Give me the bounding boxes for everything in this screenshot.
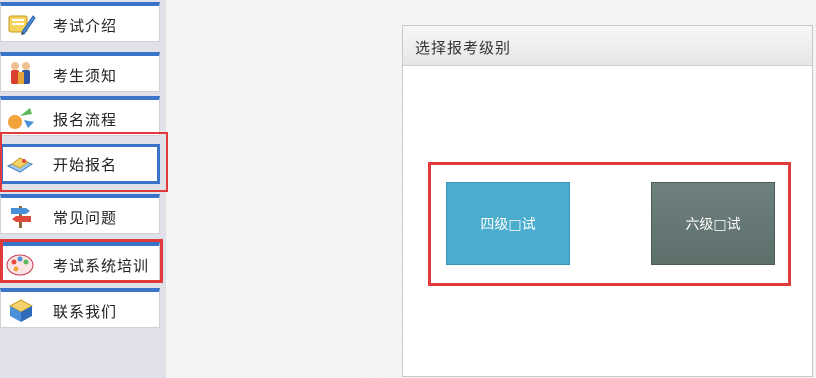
open-book-icon <box>6 150 36 178</box>
people-icon <box>6 60 36 88</box>
sidebar-item-label: 考生须知 <box>53 67 118 85</box>
panel-header: 选择报考级别 <box>403 26 812 66</box>
contact-cube-icon <box>6 296 36 324</box>
sidebar-item-label: 考试系统培训 <box>53 257 150 275</box>
sidebar-item-label: 联系我们 <box>53 303 118 321</box>
sidebar-item-exam-system-training[interactable]: 考试系统培训 <box>0 242 160 282</box>
level-button-group: 四级□试 六级□试 <box>428 162 791 286</box>
sidebar-item-start-registration[interactable]: 开始报名 <box>0 144 160 184</box>
palette-icon <box>6 250 36 278</box>
sidebar-item-label: 考试介绍 <box>53 17 118 35</box>
sidebar-item-label: 报名流程 <box>53 111 118 129</box>
level-select-panel: 选择报考级别 四级□试 六级□试 <box>402 25 813 377</box>
sidebar-item-registration-flow[interactable]: 报名流程 <box>0 96 160 136</box>
pencil-paper-icon <box>6 10 36 38</box>
signpost-icon <box>6 202 36 230</box>
sidebar: 考试介绍 考生须知 报名流程 开始报名 常见问题 考试系统培训 联系我们 <box>0 0 168 378</box>
flow-arrows-icon <box>6 104 36 132</box>
sidebar-item-contact-us[interactable]: 联系我们 <box>0 288 160 328</box>
sidebar-item-exam-intro[interactable]: 考试介绍 <box>0 2 160 42</box>
cet4-exam-button[interactable]: 四级□试 <box>446 182 570 265</box>
cet6-exam-button[interactable]: 六级□试 <box>651 182 775 265</box>
sidebar-item-faq[interactable]: 常见问题 <box>0 194 160 234</box>
panel-title: 选择报考级别 <box>415 39 512 57</box>
sidebar-item-label: 开始报名 <box>53 156 118 174</box>
sidebar-item-label: 常见问题 <box>53 209 118 227</box>
sidebar-item-candidate-notice[interactable]: 考生须知 <box>0 52 160 92</box>
